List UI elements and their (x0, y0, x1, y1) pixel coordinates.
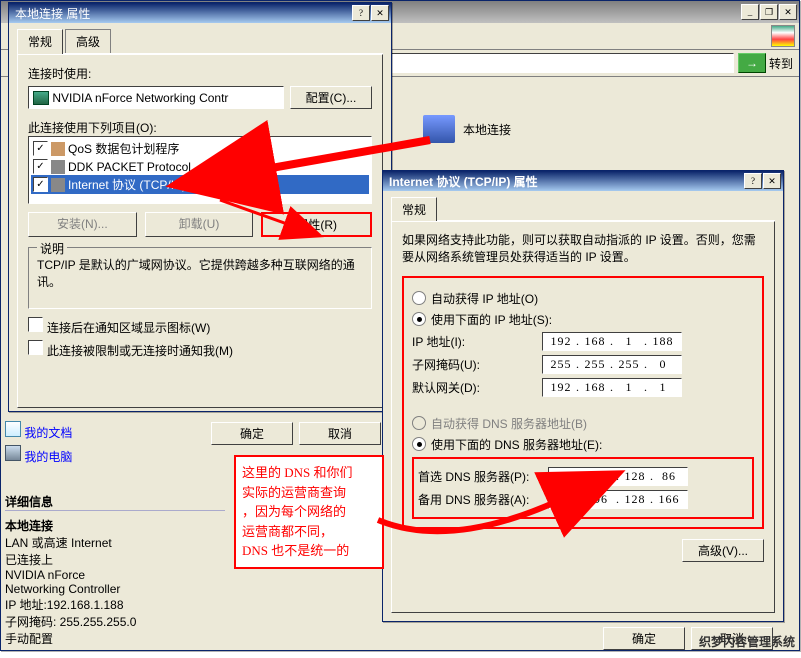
alternate-dns-label: 备用 DNS 服务器(A): (418, 491, 548, 508)
preferred-dns-field[interactable]: 202.96.128.86 (548, 467, 688, 486)
connect-using-label: 连接时使用: (28, 65, 372, 82)
use-dns-label: 使用下面的 DNS 服务器地址(E): (431, 436, 602, 453)
install-button[interactable]: 安装(N)... (28, 212, 137, 237)
checkbox-checked[interactable]: ✓ (33, 159, 48, 174)
auto-dns-radio (412, 416, 426, 430)
checkbox-checked[interactable]: ✓ (33, 177, 48, 192)
qos-icon (51, 142, 65, 156)
tab-general[interactable]: 常规 (391, 197, 437, 221)
details-ip: IP 地址:192.168.1.188 (5, 596, 225, 613)
conn-prop-tabs: 常规 高级 (17, 29, 383, 54)
details-mask: 子网掩码: 255.255.255.0 (5, 613, 225, 630)
details-cfg: 手动配置 (5, 630, 225, 647)
windows-flag-icon (771, 25, 795, 47)
show-icon-checkbox[interactable] (28, 317, 43, 332)
annotation-line: 这里的 DNS 和你们 (242, 463, 376, 483)
tcpip-tabs: 常规 (391, 197, 775, 221)
ok-button[interactable]: 确定 (211, 422, 293, 445)
minimize-button[interactable]: _ (741, 4, 759, 20)
network-connection-icon (423, 115, 455, 143)
annotation-line: ，因为每个网络的 (242, 502, 376, 522)
nic-icon (33, 91, 49, 105)
subnet-mask-field[interactable]: 255.255.255.0 (542, 355, 682, 374)
annotation-line: 运营商都不同， (242, 522, 376, 542)
tcpip-properties-window: Internet 协议 (TCP/IP) 属性 ? ✕ 常规 如果网络支持此功能… (382, 170, 784, 622)
close-button[interactable]: ✕ (763, 173, 781, 189)
help-button[interactable]: ? (352, 5, 370, 21)
description-heading: 说明 (37, 240, 67, 257)
cancel-button[interactable]: 取消 (299, 422, 381, 445)
notify-label: 此连接被限制或无连接时通知我(M) (47, 344, 233, 358)
items-label: 此连接使用下列项目(O): (28, 119, 372, 136)
gateway-label: 默认网关(D): (412, 379, 542, 396)
connection-item[interactable]: 本地连接 (423, 115, 511, 143)
close-button[interactable]: ✕ (779, 4, 797, 20)
details-conn-type: LAN 或高速 Internet (5, 534, 225, 551)
notify-checkbox[interactable] (28, 340, 43, 355)
watermark: 织梦内容管理系统 (699, 633, 795, 650)
details-conn-status: 已连接上 (5, 551, 225, 568)
gateway-field[interactable]: 192.168.1.1 (542, 378, 682, 397)
connection-item-label: 本地连接 (463, 121, 511, 138)
components-list[interactable]: ✓QoS 数据包计划程序 ✓DDK PACKET Protocol ✓Inter… (28, 136, 372, 204)
use-ip-radio[interactable] (412, 312, 426, 326)
close-button[interactable]: ✕ (371, 5, 389, 21)
annotation-line: 实际的运营商查询 (242, 483, 376, 503)
auto-ip-radio[interactable] (412, 291, 426, 305)
ip-address-field[interactable]: 192.168.1.188 (542, 332, 682, 351)
use-dns-radio[interactable] (412, 437, 426, 451)
description-text: TCP/IP 是默认的广域网协议。它提供跨越多种互联网络的通讯。 (37, 256, 363, 290)
details-conn-name: 本地连接 (5, 517, 225, 534)
help-button[interactable]: ? (744, 173, 762, 189)
maximize-button[interactable]: ❐ (760, 4, 778, 20)
checkbox-checked[interactable]: ✓ (33, 141, 48, 156)
show-icon-label: 连接后在通知区域显示图标(W) (47, 321, 210, 335)
tcpip-titlebar: Internet 协议 (TCP/IP) 属性 ? ✕ (383, 171, 783, 191)
use-ip-label: 使用下面的 IP 地址(S): (431, 311, 552, 328)
tab-general[interactable]: 常规 (17, 29, 63, 54)
nic-name: NVIDIA nForce Networking Contr (52, 91, 228, 105)
sidebar: 我的文档 我的电脑 详细信息 本地连接 LAN 或高速 Internet 已连接… (5, 419, 225, 647)
auto-ip-label: 自动获得 IP 地址(O) (431, 290, 538, 307)
preferred-dns-label: 首选 DNS 服务器(P): (418, 468, 548, 485)
list-item: ✓QoS 数据包计划程序 (31, 139, 369, 158)
properties-button[interactable]: 属性(R) (261, 212, 372, 237)
protocol-icon (51, 160, 65, 174)
tab-advanced[interactable]: 高级 (65, 29, 111, 53)
annotation-line: DNS 也不是统一的 (242, 541, 376, 561)
advanced-button[interactable]: 高级(V)... (682, 539, 764, 562)
tcpip-title: Internet 协议 (TCP/IP) 属性 (385, 173, 744, 190)
nic-field: NVIDIA nForce Networking Contr (28, 86, 284, 109)
connection-properties-window: 本地连接 属性 ? ✕ 常规 高级 连接时使用: NVIDIA nForce N… (8, 2, 392, 412)
protocol-icon (51, 178, 65, 192)
annotation-callout: 这里的 DNS 和你们 实际的运营商查询 ，因为每个网络的 运营商都不同， DN… (234, 455, 384, 569)
list-item-selected: ✓Internet 协议 (TCP/IP) (31, 175, 369, 194)
conn-prop-title: 本地连接 属性 (11, 5, 352, 22)
tcpip-intro: 如果网络支持此功能，则可以获取自动指派的 IP 设置。否则，您需要从网络系统管理… (402, 232, 764, 266)
go-button[interactable]: → (738, 53, 766, 73)
list-item: ✓DDK PACKET Protocol (31, 158, 369, 175)
alternate-dns-field[interactable]: 202.96.128.166 (548, 490, 688, 509)
ip-address-label: IP 地址(I): (412, 333, 542, 350)
details-heading: 详细信息 (5, 493, 225, 511)
address-field[interactable] (387, 53, 734, 73)
configure-button[interactable]: 配置(C)... (290, 86, 372, 109)
subnet-mask-label: 子网掩码(U): (412, 356, 542, 373)
details-nic-2: Networking Controller (5, 582, 225, 596)
auto-dns-label: 自动获得 DNS 服务器地址(B) (431, 415, 587, 432)
go-label: 转到 (769, 55, 793, 72)
uninstall-button[interactable]: 卸载(U) (145, 212, 254, 237)
ok-button[interactable]: 确定 (603, 627, 685, 650)
conn-prop-titlebar: 本地连接 属性 ? ✕ (9, 3, 391, 23)
details-nic-1: NVIDIA nForce (5, 568, 225, 582)
